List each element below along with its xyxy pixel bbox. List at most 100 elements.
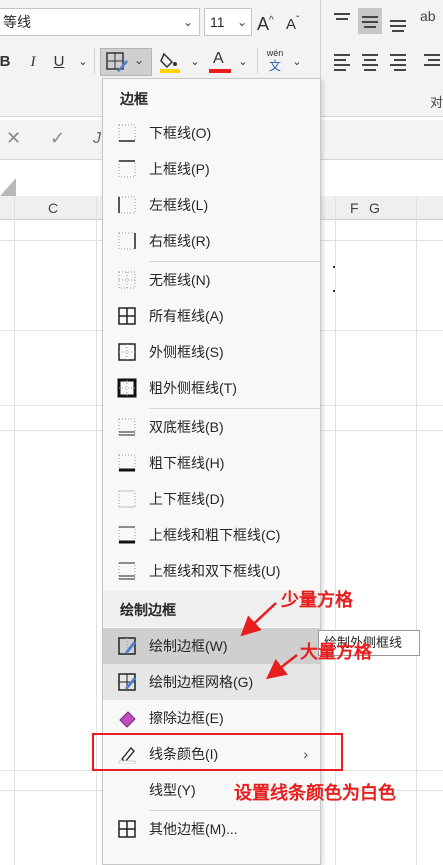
section-header-borders: 边框: [120, 91, 148, 107]
phonetic-guide-button[interactable]: wén 文: [263, 48, 287, 76]
bold-button[interactable]: B: [0, 50, 16, 74]
column-header-f[interactable]: F: [350, 196, 359, 220]
menu-item-thick-outside-borders[interactable]: 粗外侧框线(T): [103, 370, 320, 406]
menu-item-label: 左框线(L): [149, 197, 209, 213]
font-size-select[interactable]: 11 ⌄: [204, 8, 252, 36]
column-header-c[interactable]: C: [48, 196, 58, 220]
menu-item-outside-borders[interactable]: 外侧框线(S): [103, 334, 320, 370]
align-left-icon[interactable]: [330, 48, 354, 74]
align-bottom-icon[interactable]: [386, 8, 410, 34]
divider: [257, 48, 258, 74]
eraser-icon: [119, 711, 136, 728]
menu-item-label: 所有框线(A): [149, 308, 224, 324]
grid-line: [320, 405, 443, 406]
menu-item-label: 上框线(P): [149, 161, 210, 177]
fill-color-button[interactable]: [158, 50, 186, 76]
menu-item-label: 绘制边框(W): [149, 638, 228, 654]
font-name-select[interactable]: 等线 ⌄: [0, 8, 200, 36]
thick-bottom-border-icon: [118, 454, 136, 472]
font-name-value: 等线: [3, 14, 31, 30]
grid-line: [0, 330, 102, 331]
menu-item-more-borders[interactable]: 其他边框(M)...: [103, 811, 320, 847]
cancel-icon[interactable]: ✕: [6, 128, 21, 149]
cell-dot: [333, 266, 335, 268]
grid-line: [0, 405, 102, 406]
fill-color-chevron-icon[interactable]: ⌄: [184, 50, 206, 74]
left-border-icon: [118, 196, 136, 214]
underline-button[interactable]: U: [48, 50, 70, 74]
menu-item-no-border[interactable]: 无框线(N): [103, 262, 320, 298]
indent-icon[interactable]: [420, 48, 443, 74]
menu-item-label: 双底框线(B): [149, 419, 224, 435]
menu-item-top-border[interactable]: 上框线(P): [103, 151, 320, 187]
underline-dropdown-chevron-icon[interactable]: ⌄: [72, 50, 94, 74]
menu-item-label: 擦除边框(E): [149, 710, 224, 726]
grid-line: [320, 240, 443, 241]
more-borders-icon: [118, 820, 136, 838]
menu-item-thick-bottom-border[interactable]: 粗下框线(H): [103, 445, 320, 481]
phonetic-wen-top: wén: [266, 48, 284, 58]
draw-border-grid-icon: [118, 673, 136, 691]
menu-item-top-and-bottom-border[interactable]: 上下框线(D): [103, 481, 320, 517]
grid-line: [14, 196, 15, 865]
divider: [94, 48, 95, 74]
font-color-button[interactable]: A: [208, 50, 234, 76]
chevron-down-icon: ⌄: [182, 15, 193, 29]
menu-item-label: 右框线(R): [149, 233, 211, 249]
menu-item-label: 外侧框线(S): [149, 344, 224, 360]
menu-item-label: 无框线(N): [149, 272, 211, 288]
menu-item-top-and-double-bottom-border[interactable]: 上框线和双下框线(U): [103, 553, 320, 589]
select-all-corner[interactable]: [0, 178, 16, 196]
menu-item-bottom-border[interactable]: 下框线(O): [103, 115, 320, 151]
menu-item-label: 其他边框(M)...: [149, 821, 238, 837]
right-border-icon: [118, 232, 136, 250]
grid-line: [320, 330, 443, 331]
menu-item-draw-border-grid[interactable]: 绘制边框网格(G): [103, 664, 320, 700]
menu-item-label: 粗外侧框线(T): [149, 380, 237, 396]
menu-item-label: 上框线和双下框线(U): [149, 563, 281, 579]
grid-line: [0, 770, 102, 771]
annotation-highlight-box: [92, 733, 343, 771]
top-border-icon: [118, 160, 136, 178]
decrease-font-size-button[interactable]: Aˇ: [286, 8, 299, 38]
top-thick-bottom-border-icon: [118, 526, 136, 544]
increase-font-size-button[interactable]: A^: [257, 8, 274, 37]
align-top-icon[interactable]: [330, 8, 354, 34]
double-bottom-border-icon: [118, 418, 136, 436]
align-center-icon[interactable]: [358, 48, 382, 74]
menu-item-label: 上下框线(D): [149, 491, 225, 507]
bottom-border-icon: [118, 124, 136, 142]
borders-button[interactable]: ⌄: [100, 48, 152, 76]
orientation-icon[interactable]: ab: [420, 8, 443, 34]
grid-line: [0, 430, 102, 431]
menu-item-left-border[interactable]: 左框线(L): [103, 187, 320, 223]
menu-item-label: 上框线和粗下框线(C): [149, 527, 281, 543]
grid-line: [0, 240, 102, 241]
menu-item-label: 粗下框线(H): [149, 455, 225, 471]
menu-item-top-and-thick-bottom-border[interactable]: 上框线和粗下框线(C): [103, 517, 320, 553]
menu-item-double-bottom-border[interactable]: 双底框线(B): [103, 409, 320, 445]
enter-icon[interactable]: ✓: [50, 128, 65, 149]
align-middle-icon[interactable]: [358, 8, 382, 34]
cell-dot: [333, 290, 335, 292]
phonetic-chevron-icon[interactable]: ⌄: [286, 50, 308, 74]
top-double-bottom-border-icon: [118, 562, 136, 580]
italic-button[interactable]: I: [22, 50, 44, 74]
menu-item-draw-border[interactable]: 绘制边框(W): [103, 628, 320, 664]
divider: [320, 0, 321, 78]
draw-border-icon: [118, 637, 136, 655]
top-bottom-border-icon: [118, 490, 136, 508]
grid-line: [320, 430, 443, 431]
menu-item-right-border[interactable]: 右框线(R): [103, 223, 320, 259]
font-color-a-icon: A: [213, 50, 224, 67]
menu-item-erase-border[interactable]: 擦除边框(E): [103, 700, 320, 736]
borders-icon: [106, 52, 128, 72]
font-color-swatch: [209, 69, 231, 73]
column-header-g[interactable]: G: [369, 196, 380, 220]
align-right-icon[interactable]: [386, 48, 410, 74]
insert-function-icon[interactable]: J: [93, 130, 101, 148]
menu-item-all-borders[interactable]: 所有框线(A): [103, 298, 320, 334]
font-size-value: 11: [210, 14, 225, 30]
font-color-chevron-icon[interactable]: ⌄: [232, 50, 254, 74]
menu-item-label: 下框线(O): [149, 125, 212, 141]
